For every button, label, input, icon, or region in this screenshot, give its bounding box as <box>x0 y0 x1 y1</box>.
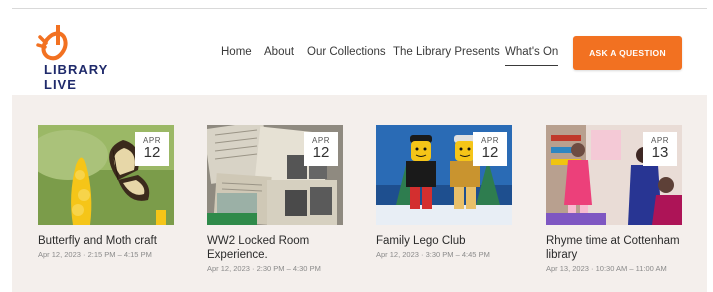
date-day: 12 <box>481 144 499 161</box>
event-title[interactable]: WW2 Locked Room Experience. <box>207 234 343 262</box>
event-image-children[interactable]: APR 13 <box>546 125 682 225</box>
nav-about[interactable]: About <box>264 46 294 66</box>
event-card[interactable]: APR 12 WW2 Locked Room Experience. Apr 1… <box>207 125 343 273</box>
nav-our-collections[interactable]: Our Collections <box>307 46 386 66</box>
event-card[interactable]: APR 13 Rhyme time at Cottenham library A… <box>546 125 682 273</box>
event-datetime: Apr 13, 2023 · 10:30 AM – 11:00 AM <box>546 264 667 273</box>
event-card[interactable]: APR 12 Butterfly and Moth craft Apr 12, … <box>38 125 174 259</box>
event-title[interactable]: Butterfly and Moth craft <box>38 234 174 248</box>
event-title[interactable]: Rhyme time at Cottenham library <box>546 234 682 262</box>
library-live-logo[interactable]: LIBRARY LIVE <box>34 23 114 92</box>
event-image-butterfly[interactable]: APR 12 <box>38 125 174 225</box>
nav-library-presents[interactable]: The Library Presents <box>393 46 500 66</box>
nav-home[interactable]: Home <box>221 46 252 66</box>
date-badge: APR 13 <box>643 132 677 166</box>
event-card[interactable]: APR 12 Family Lego Club Apr 12, 2023 · 3… <box>376 125 512 259</box>
date-day: 12 <box>143 144 161 161</box>
date-badge: APR 12 <box>135 132 169 166</box>
event-image-lego[interactable]: APR 12 <box>376 125 512 225</box>
event-image-newspapers[interactable]: APR 12 <box>207 125 343 225</box>
date-badge: APR 12 <box>304 132 338 166</box>
event-title[interactable]: Family Lego Club <box>376 234 512 248</box>
logo-text-library: LIBRARY <box>44 62 109 77</box>
date-day: 12 <box>312 144 330 161</box>
site-header: LIBRARY LIVE Home About Our Collections … <box>0 9 713 95</box>
event-datetime: Apr 12, 2023 · 2:15 PM – 4:15 PM <box>38 250 152 259</box>
event-datetime: Apr 12, 2023 · 2:30 PM – 4:30 PM <box>207 264 321 273</box>
ask-a-question-button[interactable]: ASK A QUESTION <box>573 36 682 70</box>
hand-logo-icon <box>36 25 68 61</box>
logo-text-live: LIVE <box>44 77 77 92</box>
event-datetime: Apr 12, 2023 · 3:30 PM – 4:45 PM <box>376 250 490 259</box>
nav-whats-on[interactable]: What's On <box>505 46 559 66</box>
date-badge: APR 12 <box>473 132 507 166</box>
date-day: 13 <box>651 144 669 161</box>
